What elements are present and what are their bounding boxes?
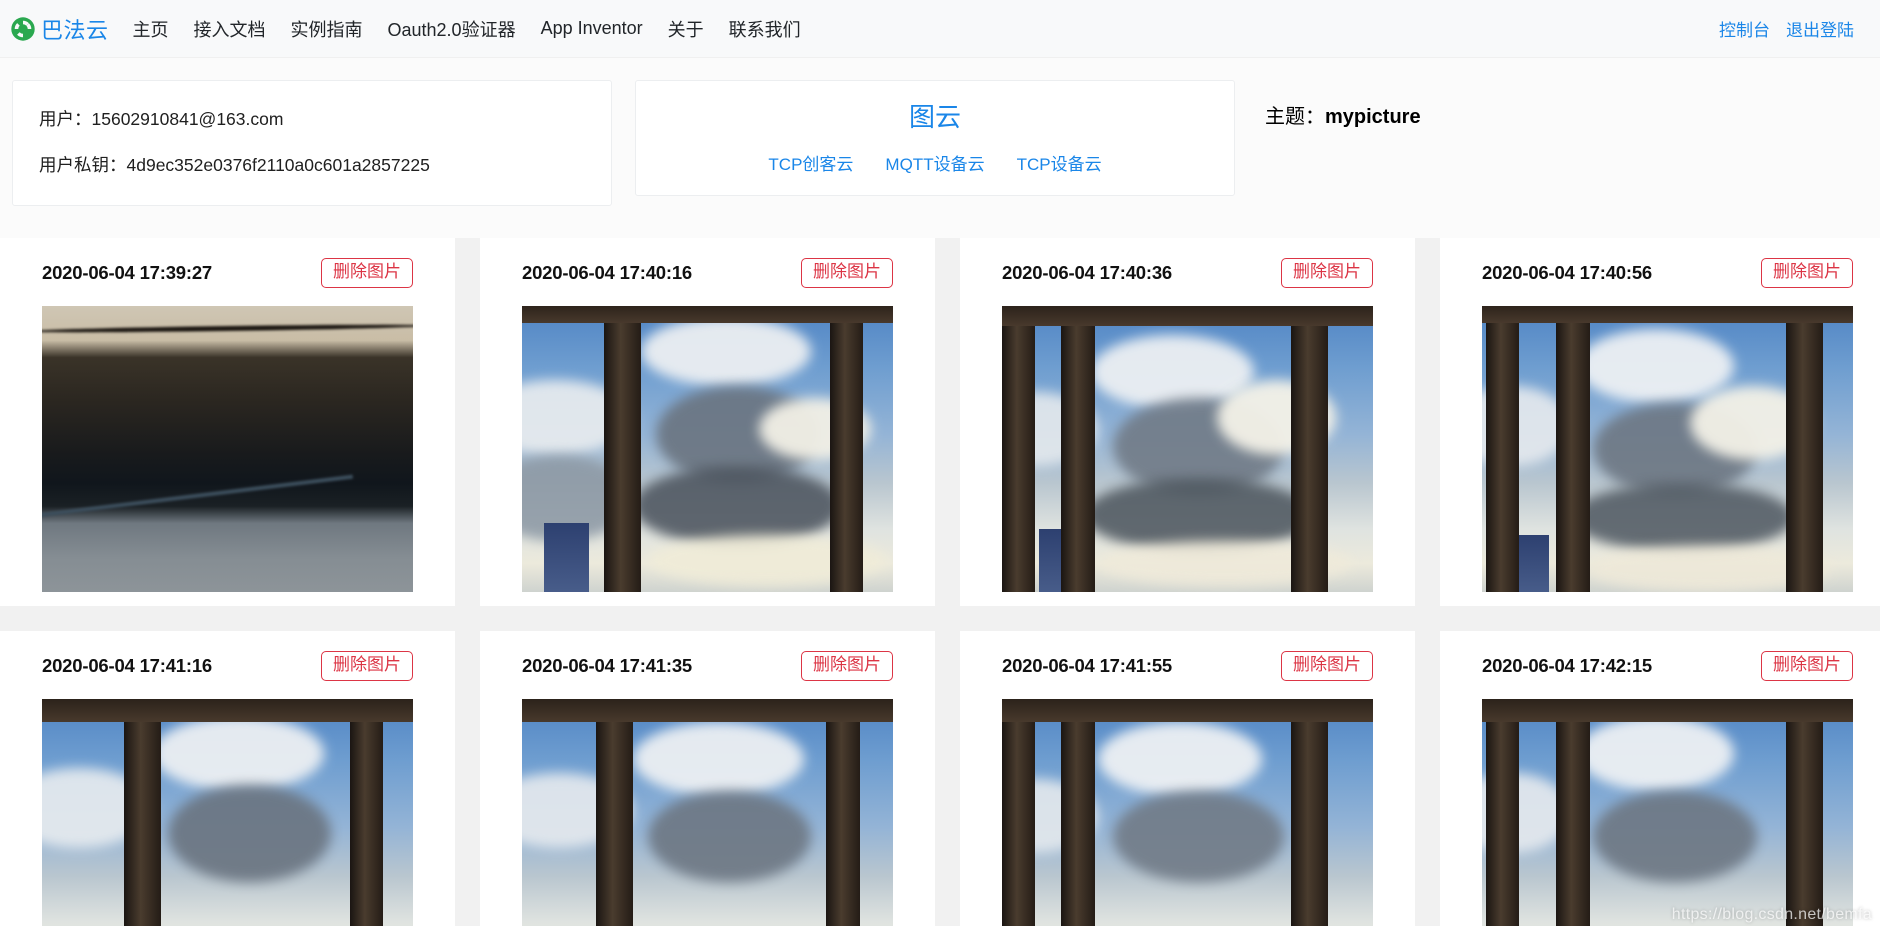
delete-photo-button[interactable]: 删除图片 [801, 258, 893, 288]
photo-card-header: 2020-06-04 17:39:27 删除图片 [42, 258, 413, 288]
photo-thumbnail[interactable] [1482, 306, 1853, 592]
photo-card-header: 2020-06-04 17:41:55 删除图片 [1002, 651, 1373, 681]
photo-thumbnail[interactable] [522, 699, 893, 926]
nav-item-app-inventor[interactable]: App Inventor [541, 18, 643, 39]
user-info-card: 用户：15602910841@163.com 用户私钥：4d9ec352e037… [12, 80, 612, 206]
photo-grid: 2020-06-04 17:39:27 删除图片 2020-06-04 17:4… [0, 238, 1880, 926]
user-secret-row: 用户私钥：4d9ec352e0376f2110a0c601a2857225 [39, 151, 585, 179]
nav-links: 主页 接入文档 实例指南 Oauth2.0验证器 App Inventor 关于… [133, 16, 801, 42]
photo-card-header: 2020-06-04 17:42:15 删除图片 [1482, 651, 1853, 681]
cloud-card-links: TCP创客云 MQTT设备云 TCP设备云 [636, 150, 1234, 175]
top-navbar: 巴法云 主页 接入文档 实例指南 Oauth2.0验证器 App Invento… [0, 0, 1880, 58]
cloud-link-tcp-device[interactable]: TCP设备云 [1017, 150, 1102, 175]
account-info-strip: 用户：15602910841@163.com 用户私钥：4d9ec352e037… [0, 58, 1880, 238]
photo-card: 2020-06-04 17:41:55 删除图片 [960, 631, 1415, 926]
nav-item-oauth[interactable]: Oauth2.0验证器 [388, 16, 516, 42]
page-root: 巴法云 主页 接入文档 实例指南 Oauth2.0验证器 App Invento… [0, 0, 1880, 926]
nav-link-about[interactable]: 关于 [668, 20, 704, 40]
user-account-row: 用户：15602910841@163.com [39, 105, 585, 133]
nav-link-docs[interactable]: 接入文档 [194, 20, 266, 40]
photo-card: 2020-06-04 17:40:36 删除图片 [960, 238, 1415, 606]
photo-timestamp: 2020-06-04 17:41:16 [42, 655, 213, 676]
photo-row: 2020-06-04 17:39:27 删除图片 2020-06-04 17:4… [0, 238, 1880, 606]
cloud-card-title: 图云 [908, 103, 961, 133]
photo-thumbnail[interactable] [1002, 306, 1373, 592]
photo-card: 2020-06-04 17:40:16 删除图片 [480, 238, 935, 606]
cloud-link-tcp-maker[interactable]: TCP创客云 [768, 150, 853, 175]
photo-timestamp: 2020-06-04 17:42:15 [1482, 655, 1653, 676]
user-secret-value: 4d9ec352e0376f2110a0c601a2857225 [126, 155, 430, 175]
delete-photo-button[interactable]: 删除图片 [321, 258, 413, 288]
logout-link[interactable]: 退出登陆 [1786, 16, 1854, 41]
photo-timestamp: 2020-06-04 17:41:35 [522, 655, 693, 676]
topic-label: 主题： [1265, 106, 1325, 128]
photo-card-header: 2020-06-04 17:41:16 删除图片 [42, 651, 413, 681]
delete-photo-button[interactable]: 删除图片 [1281, 651, 1373, 681]
bemfa-logo-icon [10, 16, 36, 42]
photo-thumbnail[interactable] [1482, 699, 1853, 926]
nav-link-oauth[interactable]: Oauth2.0验证器 [388, 20, 516, 40]
photo-thumbnail[interactable] [522, 306, 893, 592]
user-account-label: 用户： [39, 109, 92, 129]
photo-card: 2020-06-04 17:40:56 删除图片 [1440, 238, 1880, 606]
photo-row: 2020-06-04 17:41:16 删除图片 2020-06-04 17:4… [0, 631, 1880, 926]
photo-thumbnail[interactable] [1002, 699, 1373, 926]
nav-item-guide[interactable]: 实例指南 [291, 16, 363, 42]
cloud-link-mqtt-device[interactable]: MQTT设备云 [885, 150, 984, 175]
user-secret-label: 用户私钥： [39, 155, 127, 175]
photo-timestamp: 2020-06-04 17:39:27 [42, 262, 213, 283]
nav-right-group: 控制台 退出登陆 [1719, 16, 1854, 41]
cloud-type-card: 图云 TCP创客云 MQTT设备云 TCP设备云 [635, 80, 1235, 196]
photo-card-header: 2020-06-04 17:40:16 删除图片 [522, 258, 893, 288]
photo-timestamp: 2020-06-04 17:40:16 [522, 262, 693, 283]
nav-item-contact[interactable]: 联系我们 [729, 16, 801, 42]
photo-timestamp: 2020-06-04 17:40:56 [1482, 262, 1653, 283]
nav-item-home[interactable]: 主页 [133, 16, 169, 42]
nav-link-home[interactable]: 主页 [133, 20, 169, 40]
user-account-value: 15602910841@163.com [91, 109, 284, 129]
delete-photo-button[interactable]: 删除图片 [1761, 651, 1853, 681]
photo-card: 2020-06-04 17:41:16 删除图片 [0, 631, 455, 926]
nav-item-about[interactable]: 关于 [668, 16, 704, 42]
delete-photo-button[interactable]: 删除图片 [321, 651, 413, 681]
photo-card-header: 2020-06-04 17:40:56 删除图片 [1482, 258, 1853, 288]
photo-card-header: 2020-06-04 17:40:36 删除图片 [1002, 258, 1373, 288]
photo-card: 2020-06-04 17:39:27 删除图片 [0, 238, 455, 606]
topic-display: 主题：mypicture [1265, 80, 1421, 129]
nav-item-docs[interactable]: 接入文档 [194, 16, 266, 42]
delete-photo-button[interactable]: 删除图片 [1761, 258, 1853, 288]
nav-link-contact[interactable]: 联系我们 [729, 20, 801, 40]
delete-photo-button[interactable]: 删除图片 [801, 651, 893, 681]
photo-card: 2020-06-04 17:42:15 删除图片 [1440, 631, 1880, 926]
photo-timestamp: 2020-06-04 17:41:55 [1002, 655, 1173, 676]
console-link[interactable]: 控制台 [1719, 16, 1770, 41]
topic-value: mypicture [1325, 106, 1421, 128]
photo-card-header: 2020-06-04 17:41:35 删除图片 [522, 651, 893, 681]
brand-link[interactable]: 巴法云 [10, 13, 109, 45]
photo-thumbnail[interactable] [42, 699, 413, 926]
photo-card: 2020-06-04 17:41:35 删除图片 [480, 631, 935, 926]
nav-link-app-inventor[interactable]: App Inventor [541, 18, 643, 38]
photo-timestamp: 2020-06-04 17:40:36 [1002, 262, 1173, 283]
photo-thumbnail[interactable] [42, 306, 413, 592]
brand-label: 巴法云 [41, 18, 109, 44]
nav-link-guide[interactable]: 实例指南 [291, 20, 363, 40]
delete-photo-button[interactable]: 删除图片 [1281, 258, 1373, 288]
